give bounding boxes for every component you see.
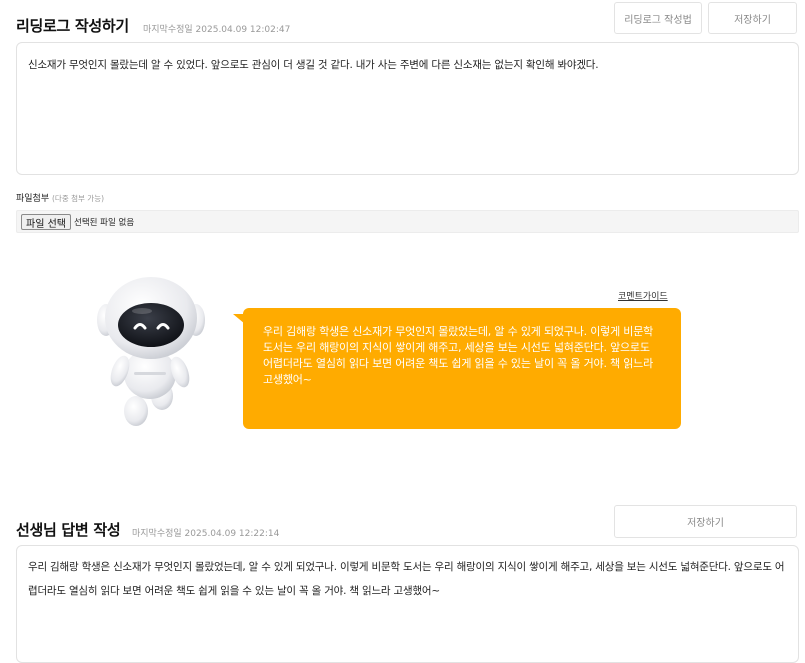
reading-log-modified-date: 마지막수정일 2025.04.09 12:02:47 — [143, 25, 291, 35]
reading-log-title: 리딩로그 작성하기 — [16, 17, 129, 35]
attachment-label-row: 파일첨부 (다중 첨부 가능) — [16, 191, 104, 204]
reading-log-content: 신소재가 무엇인지 몰랐는데 알 수 있었다. 앞으로도 관심이 더 생길 것 … — [28, 59, 599, 71]
reading-log-guide-button[interactable]: 리딩로그 작성법 — [614, 2, 702, 34]
reading-log-textarea[interactable]: 신소재가 무엇인지 몰랐는데 알 수 있었다. 앞으로도 관심이 더 생길 것 … — [16, 42, 799, 175]
attachment-note: (다중 첨부 가능) — [52, 194, 105, 203]
file-input[interactable]: 파일 선택 선택된 파일 없음 — [16, 210, 799, 233]
teacher-reply-title: 선생님 답변 작성 — [16, 521, 121, 539]
teacher-reply-textarea[interactable]: 우리 김해랑 학생은 신소재가 무엇인지 몰랐었는데, 알 수 있게 되었구나.… — [16, 545, 799, 663]
teacher-reply-modified-date: 마지막수정일 2025.04.09 12:22:14 — [132, 529, 280, 539]
reading-log-save-button[interactable]: 저장하기 — [708, 2, 797, 34]
comment-guide-link[interactable]: 코멘트가이드 — [618, 289, 668, 302]
ai-comment-text: 우리 김해랑 학생은 신소재가 무엇인지 몰랐었는데, 알 수 있게 되었구나.… — [263, 325, 654, 386]
choose-file-button[interactable]: 파일 선택 — [21, 214, 71, 230]
attachment-label: 파일첨부 — [16, 194, 50, 204]
teacher-reply-save-button[interactable]: 저장하기 — [614, 505, 797, 538]
ai-comment-bubble: 우리 김해랑 학생은 신소재가 무엇인지 몰랐었는데, 알 수 있게 되었구나.… — [243, 308, 681, 429]
file-status: 선택된 파일 없음 — [74, 218, 135, 228]
teacher-reply-content: 우리 김해랑 학생은 신소재가 무엇인지 몰랐었는데, 알 수 있게 되었구나.… — [28, 561, 785, 597]
robot-mascot-icon — [92, 268, 210, 430]
